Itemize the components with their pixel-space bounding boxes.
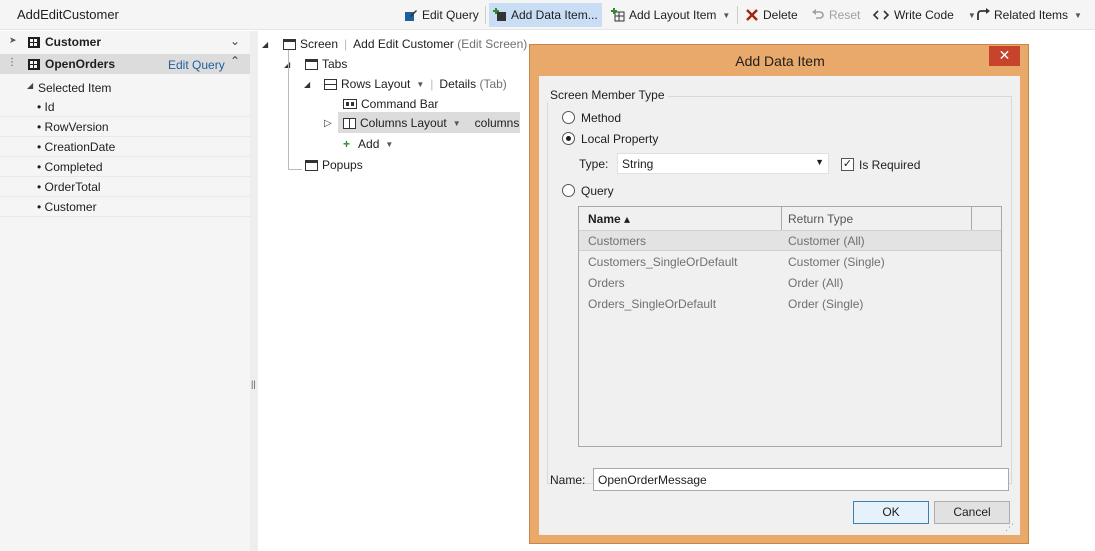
collection-icon: [28, 36, 40, 48]
collection-icon: [28, 58, 40, 70]
chevron-down-icon: ▼: [1074, 10, 1082, 20]
selected-item-node[interactable]: ◢ Selected Item: [0, 77, 250, 97]
undo-icon: [811, 8, 825, 22]
toolbar: AddEditCustomer Edit Query Add Data Item…: [0, 0, 1095, 30]
name-field[interactable]: OpenOrderMessage: [593, 468, 1009, 491]
rows-layout-icon: [324, 78, 337, 90]
cancel-button[interactable]: Cancel: [934, 501, 1010, 524]
toolbar-separator: [485, 6, 486, 24]
tree-node-popups[interactable]: Popups: [305, 155, 363, 175]
tree-add-button[interactable]: + Add ▼: [343, 134, 393, 154]
edit-query-link[interactable]: Edit Query: [168, 58, 225, 72]
field-item[interactable]: • Id: [0, 97, 250, 117]
chevron-down-icon[interactable]: ▼: [416, 80, 424, 89]
connector-arrow-icon: ➤: [9, 35, 17, 45]
tree-node-rows-layout[interactable]: Rows Layout ▼ | Details (Tab): [324, 74, 507, 94]
field-item[interactable]: • Completed: [0, 157, 250, 177]
tree-node-columns-layout[interactable]: Columns Layout ▼ columns: [343, 113, 519, 133]
delete-button[interactable]: Delete: [741, 3, 802, 27]
chevron-down-icon: ▼: [722, 10, 731, 20]
related-items-icon: [976, 8, 990, 22]
query-radio[interactable]: [562, 184, 575, 197]
screen-icon: [283, 38, 296, 50]
tree-guide-line: [288, 50, 289, 170]
dropdown-arrow-icon: ▼: [815, 157, 824, 167]
resize-grip-icon[interactable]: ⋰: [1005, 522, 1014, 533]
close-button[interactable]: ✕: [989, 46, 1020, 66]
group-legend: Screen Member Type: [547, 88, 668, 102]
ok-button[interactable]: OK: [853, 501, 929, 524]
related-items-button[interactable]: Related Items ▼: [972, 3, 1086, 27]
close-icon: ✕: [998, 47, 1011, 63]
field-item[interactable]: • OrderTotal: [0, 177, 250, 197]
splitter-grip-icon[interactable]: ||: [251, 379, 256, 389]
name-column-header[interactable]: Name ▴: [588, 207, 630, 231]
query-row[interactable]: Orders Order (All): [579, 273, 1001, 294]
method-radio[interactable]: [562, 111, 575, 124]
columns-layout-icon: [343, 117, 356, 129]
query-row[interactable]: Customers_SingleOrDefault Customer (Sing…: [579, 252, 1001, 273]
code-icon: [872, 8, 890, 22]
command-bar-icon: [343, 99, 357, 109]
tree-node-screen[interactable]: Screen | Add Edit Customer (Edit Screen): [283, 34, 527, 54]
chevron-down-icon[interactable]: ⌄: [230, 34, 240, 48]
panel-splitter[interactable]: ||: [250, 31, 258, 551]
add-data-item-button[interactable]: Add Data Item...: [489, 3, 602, 27]
tree-guide-line: [288, 169, 302, 170]
add-data-item-icon: [493, 8, 507, 22]
window-title: AddEditCustomer: [17, 7, 119, 22]
delete-icon: [745, 8, 759, 22]
add-layout-item-icon: [611, 8, 625, 22]
tree-node-command-bar[interactable]: Command Bar: [343, 94, 438, 114]
query-list[interactable]: Name ▴ Return Type Customers Customer (A…: [578, 206, 1002, 447]
query-row[interactable]: Orders_SingleOrDefault Order (Single): [579, 294, 1001, 315]
customer-node[interactable]: ➤ Customer ⌄: [0, 32, 250, 52]
dialog-body: Screen Member Type Method Local Property…: [539, 76, 1020, 535]
return-type-column-header[interactable]: Return Type: [788, 207, 853, 231]
chevron-down-icon[interactable]: ▼: [453, 119, 461, 128]
reset-button[interactable]: Reset: [807, 3, 864, 27]
add-layout-item-button[interactable]: Add Layout Item ▼: [607, 3, 734, 27]
query-row[interactable]: Customers Customer (All): [579, 230, 1001, 251]
chevron-up-icon[interactable]: ⌃: [230, 54, 240, 68]
popups-icon: [305, 159, 318, 171]
chevron-down-icon: ▼: [385, 139, 394, 149]
tabs-icon: [305, 58, 318, 70]
field-item[interactable]: • Customer: [0, 197, 250, 217]
expand-triangle-icon[interactable]: ▷: [324, 118, 332, 129]
drag-handle-icon[interactable]: ⋮: [7, 57, 17, 68]
collapse-triangle-icon[interactable]: ◢: [304, 80, 310, 89]
edit-query-button[interactable]: Edit Query: [400, 3, 483, 27]
screen-members-panel: ➤ Customer ⌄ ⋮ OpenOrders Edit Query ⌃ ◢…: [0, 31, 250, 551]
dialog-title: Add Data Item: [735, 53, 825, 69]
expand-triangle-icon[interactable]: ◢: [27, 81, 33, 90]
field-item[interactable]: • RowVersion: [0, 117, 250, 137]
tree-node-tabs[interactable]: Tabs: [305, 54, 347, 74]
toolbar-separator: [737, 6, 738, 24]
edit-query-icon: [404, 8, 418, 22]
column-divider[interactable]: [781, 207, 782, 231]
local-property-radio[interactable]: [562, 132, 575, 145]
plus-icon: +: [343, 137, 351, 151]
is-required-checkbox[interactable]: ✓: [841, 158, 854, 171]
write-code-button[interactable]: Write Code ▼: [868, 3, 980, 27]
field-item[interactable]: • CreationDate: [0, 137, 250, 157]
collapse-triangle-icon[interactable]: ◢: [262, 40, 268, 49]
column-divider[interactable]: [971, 207, 972, 231]
add-data-item-dialog: Add Data Item ✕ Screen Member Type Metho…: [529, 44, 1029, 544]
type-select[interactable]: String ▼: [617, 153, 829, 174]
openorders-node[interactable]: ⋮ OpenOrders Edit Query ⌃: [0, 54, 250, 74]
